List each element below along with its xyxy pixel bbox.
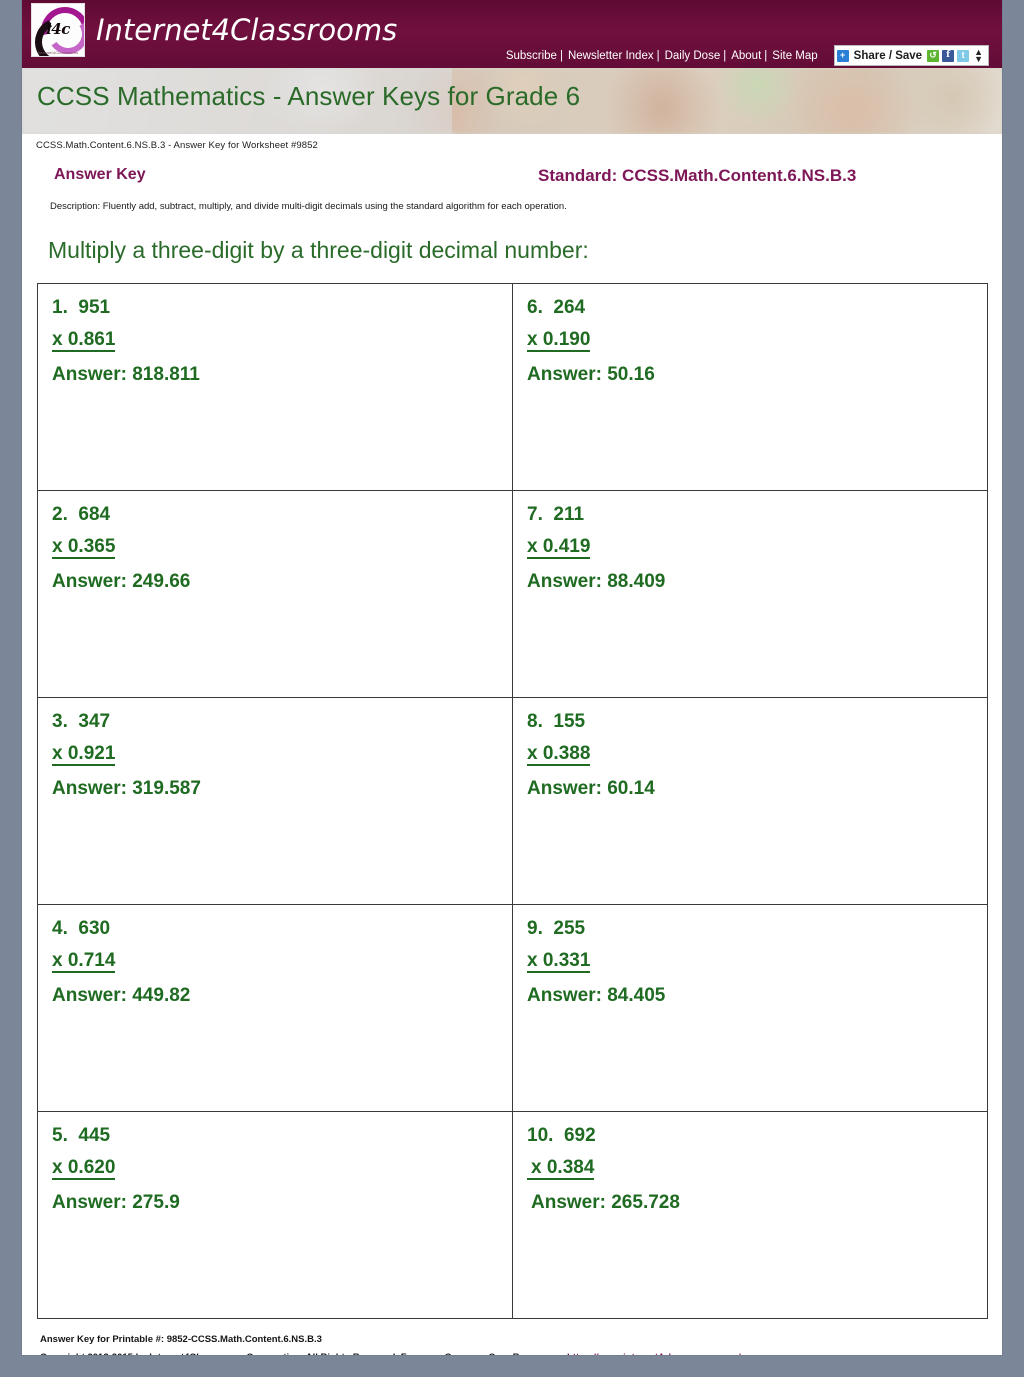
problem-multiplier: x 0.921 [52,743,116,766]
footer-printable-line: Answer Key for Printable #: 9852-CCSS.Ma… [40,1334,322,1345]
problem-cell-7: 7. 211 x 0.419 Answer: 88.409 [512,490,988,698]
footer-copyright-line: Copyright 2013-2015 by Internet4Classroo… [40,1351,980,1355]
problem-cell-10: 10. 692 x 0.384 Answer: 265.728 [512,1111,988,1319]
site-header: i4c Internet4Classrooms Internet4Classro… [22,0,1002,68]
problem-number-and-multiplicand: 1. 951 [52,297,111,318]
share-icon[interactable]: ↺ [927,49,940,62]
problem-cell-6: 6. 264 x 0.190 Answer: 50.16 [512,283,988,491]
problem-grid: 1. 951 x 0.861 Answer: 818.811 6. 264 x … [37,283,988,1319]
standard-label: Standard: CCSS.Math.Content.6.NS.B.3 [538,166,857,185]
answer-key-header-row: Answer Key Standard: CCSS.Math.Content.6… [22,158,1002,200]
problem-answer: Answer: 319.587 [52,778,201,799]
problem-answer: Answer: 60.14 [527,778,655,799]
answer-key-label: Answer Key [54,166,146,183]
nav-separator: | [723,49,727,62]
problem-cell-9: 9. 255 x 0.331 Answer: 84.405 [512,904,988,1112]
problem-answer: Answer: 249.66 [52,571,191,592]
problem-cell-3: 3. 347 x 0.921 Answer: 319.587 [37,697,513,905]
problem-multiplier: x 0.331 [527,950,591,973]
page-title: CCSS Mathematics - Answer Keys for Grade… [37,81,581,111]
problem-number-and-multiplicand: 7. 211 [527,504,585,525]
nav-separator: | [656,49,660,62]
problem-cell-8: 8. 155 x 0.388 Answer: 60.14 [512,697,988,905]
i4c-logo-icon: i4c Internet4Classrooms [31,3,85,57]
footer-common-core-link[interactable]: https://www.internet4classrooms.com/comm… [567,1352,806,1355]
problem-cell-5: 5. 445 x 0.620 Answer: 275.9 [37,1111,513,1319]
problem-answer: Answer: 88.409 [527,571,666,592]
nav-link-newsletter-index[interactable]: Newsletter Index [566,50,656,62]
plus-icon[interactable]: + [836,49,849,62]
worksheet-id-line: CCSS.Math.Content.6.NS.B.3 - Answer Key … [36,140,318,151]
page-footer: Answer Key for Printable #: 9852-CCSS.Ma… [40,1333,1002,1355]
table-row: 2. 684 x 0.365 Answer: 249.66 7. 211 x 0… [37,490,988,698]
standard-description: Description: Fluently add, subtract, mul… [50,201,567,212]
share-save-widget[interactable]: + Share / Save ↺ f t ▲ ▼ [833,45,989,66]
problem-number-and-multiplicand: 8. 155 [527,711,586,732]
footer-copyright-text: Copyright 2013-2015 by Internet4Classroo… [40,1352,564,1355]
problem-number-and-multiplicand: 2. 684 [52,504,111,525]
nav-link-daily-dose[interactable]: Daily Dose [663,50,723,62]
problem-multiplier: x 0.384 [527,1158,595,1180]
twitter-icon[interactable]: t [957,49,970,62]
problem-answer: Answer: 449.82 [52,985,191,1006]
table-row: 1. 951 x 0.861 Answer: 818.811 6. 264 x … [37,283,988,491]
table-row: 5. 445 x 0.620 Answer: 275.9 10. 692 x 0… [37,1111,988,1319]
problem-answer: Answer: 265.728 [531,1192,680,1213]
table-row: 4. 630 x 0.714 Answer: 449.82 9. 255 x 0… [37,904,988,1112]
screenshot-root: i4c Internet4Classrooms Internet4Classro… [0,0,1024,1377]
share-save-label: Share / Save [853,49,923,62]
table-row: 3. 347 x 0.921 Answer: 319.587 8. 155 x … [37,697,988,905]
problem-number-and-multiplicand: 3. 347 [52,711,111,732]
problem-multiplier: x 0.388 [527,743,591,766]
problem-answer: Answer: 818.811 [52,364,200,385]
brand-name: Internet4Classrooms [96,13,398,47]
problem-multiplier: x 0.419 [527,536,591,559]
problem-answer: Answer: 84.405 [527,985,666,1006]
worksheet-instruction-title: Multiply a three-digit by a three-digit … [48,237,589,263]
page-banner: CCSS Mathematics - Answer Keys for Grade… [22,68,1002,134]
problem-multiplier: x 0.365 [52,536,116,559]
facebook-icon[interactable]: f [942,49,955,62]
problem-cell-1: 1. 951 x 0.861 Answer: 818.811 [37,283,513,491]
page-sheet: i4c Internet4Classrooms Internet4Classro… [22,0,1002,1355]
problem-answer: Answer: 275.9 [52,1192,180,1213]
nav-link-site-map[interactable]: Site Map [770,50,819,62]
problem-multiplier: x 0.620 [52,1157,116,1180]
problem-multiplier: x 0.190 [527,329,591,352]
site-logo[interactable]: i4c Internet4Classrooms Internet4Classro… [31,3,397,57]
problem-number-and-multiplicand: 4. 630 [52,918,111,939]
problem-number-and-multiplicand: 9. 255 [527,918,586,939]
problem-number-and-multiplicand: 6. 264 [527,297,586,318]
top-nav: Subscribe | Newsletter Index | Daily Dos… [504,45,989,66]
logo-initials: i4c [46,20,70,38]
problem-multiplier: x 0.714 [52,950,116,973]
nav-separator: | [559,49,563,62]
problem-cell-2: 2. 684 x 0.365 Answer: 249.66 [37,490,513,698]
problem-number-and-multiplicand: 10. 692 [527,1125,596,1146]
nav-link-subscribe[interactable]: Subscribe [504,50,559,62]
problem-cell-4: 4. 630 x 0.714 Answer: 449.82 [37,904,513,1112]
problem-answer: Answer: 50.16 [527,364,655,385]
nav-separator: | [764,49,768,62]
more-options-icon[interactable]: ▲ ▼ [972,47,985,63]
problem-number-and-multiplicand: 5. 445 [52,1125,111,1146]
problem-multiplier: x 0.861 [52,329,116,352]
nav-link-about[interactable]: About [729,50,763,62]
logo-subtext: Internet4Classrooms [37,50,79,55]
